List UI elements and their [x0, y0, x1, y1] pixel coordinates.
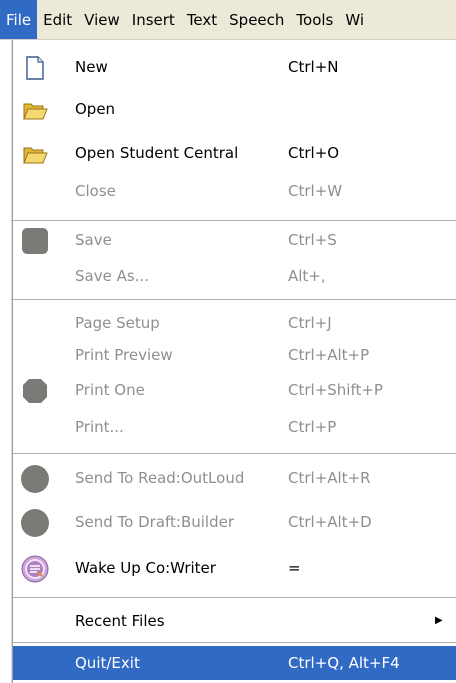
menu-item-label: Close [75, 182, 116, 200]
menu-item-print[interactable]: Print... Ctrl+P [13, 410, 456, 444]
open-folder-icon [21, 140, 49, 168]
menu-item-save-as[interactable]: Save As... Alt+, [13, 259, 456, 293]
menu-item-shortcut: Ctrl+Shift+P [288, 381, 383, 399]
menu-item-label: Save As... [75, 267, 149, 285]
menu-item-recent-files[interactable]: Recent Files ▶ [13, 604, 456, 638]
menu-tools[interactable]: Tools [290, 0, 339, 39]
menu-item-label: Open [75, 100, 116, 118]
cowriter-icon [21, 555, 49, 583]
menu-item-send-to-draft-builder[interactable]: Send To Draft:Builder Ctrl+Alt+D [13, 505, 456, 539]
save-icon [21, 227, 49, 255]
menu-item-shortcut: Ctrl+N [288, 58, 339, 76]
menu-item-open-student-central[interactable]: Open Student Central Ctrl+O [13, 136, 456, 170]
menu-item-quit-exit[interactable]: Quit/Exit Ctrl+Q, Alt+F4 [13, 646, 456, 680]
menu-text[interactable]: Text [181, 0, 223, 39]
menu-item-label: Open Student Central [75, 144, 239, 162]
menu-view[interactable]: View [78, 0, 126, 39]
menu-item-label: Print Preview [75, 346, 173, 364]
menu-separator [13, 299, 456, 300]
menu-item-shortcut: = [288, 559, 301, 577]
window-edge [0, 40, 12, 683]
menu-item-shortcut: Ctrl+O [288, 144, 340, 162]
menu-item-shortcut: Ctrl+S [288, 231, 337, 249]
menu-item-label: Print... [75, 418, 124, 436]
menu-item-shortcut: Ctrl+Alt+R [288, 469, 371, 487]
read-outloud-icon [21, 465, 49, 493]
menu-item-close[interactable]: Close Ctrl+W [13, 174, 456, 208]
menu-item-wake-up-cowriter[interactable]: Wake Up Co:Writer = [13, 551, 456, 585]
menu-item-label: Recent Files [75, 612, 165, 630]
menu-window[interactable]: Wi [339, 0, 370, 39]
menu-item-page-setup[interactable]: Page Setup Ctrl+J [13, 306, 456, 340]
menu-item-save[interactable]: Save Ctrl+S [13, 223, 456, 257]
menu-speech[interactable]: Speech [223, 0, 290, 39]
menu-edit[interactable]: Edit [37, 0, 78, 39]
menu-item-print-one[interactable]: Print One Ctrl+Shift+P [13, 373, 456, 407]
menu-separator [13, 220, 456, 221]
menu-item-send-to-read-outloud[interactable]: Send To Read:OutLoud Ctrl+Alt+R [13, 461, 456, 495]
menu-separator [13, 597, 456, 598]
menu-separator [13, 453, 456, 454]
open-folder-icon [21, 96, 49, 124]
menu-item-label: New [75, 58, 108, 76]
menu-item-shortcut: Ctrl+W [288, 182, 343, 200]
menu-item-shortcut: Alt+, [288, 267, 326, 285]
menu-item-shortcut: Ctrl+Alt+D [288, 513, 372, 531]
menu-item-label: Print One [75, 381, 145, 399]
menu-bar: File Edit View Insert Text Speech Tools … [0, 0, 456, 40]
menu-item-print-preview[interactable]: Print Preview Ctrl+Alt+P [13, 338, 456, 372]
menu-item-shortcut: Ctrl+Q, Alt+F4 [288, 654, 400, 672]
menu-item-shortcut: Ctrl+P [288, 418, 337, 436]
menu-item-label: Page Setup [75, 314, 160, 332]
menu-item-label: Quit/Exit [75, 654, 140, 672]
menu-item-label: Save [75, 231, 112, 249]
menu-item-shortcut: Ctrl+J [288, 314, 332, 332]
menu-item-new[interactable]: New Ctrl+N [13, 50, 456, 84]
menu-file[interactable]: File [0, 0, 38, 39]
menu-insert[interactable]: Insert [126, 0, 181, 39]
menu-item-open[interactable]: Open [13, 92, 456, 126]
menu-item-label: Wake Up Co:Writer [75, 559, 216, 577]
file-menu-dropdown: New Ctrl+N Open Open Student Central Ctr… [12, 40, 456, 683]
menu-item-label: Send To Draft:Builder [75, 513, 235, 531]
print-one-icon [21, 377, 49, 405]
new-document-icon [21, 54, 49, 82]
menu-separator [13, 642, 456, 643]
submenu-arrow-icon: ▶ [435, 615, 443, 626]
draft-builder-icon [21, 509, 49, 537]
menu-item-label: Send To Read:OutLoud [75, 469, 245, 487]
menu-item-shortcut: Ctrl+Alt+P [288, 346, 370, 364]
